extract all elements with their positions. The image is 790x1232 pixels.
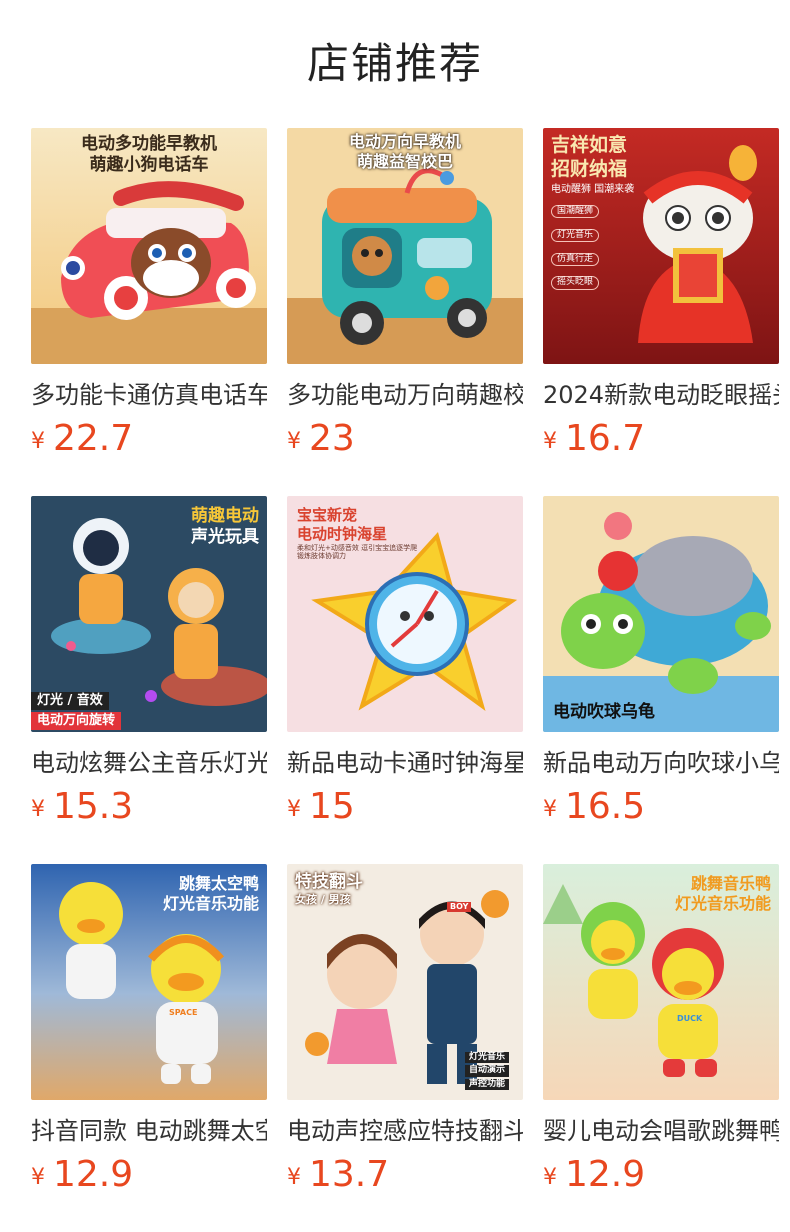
product-price: ¥12.9 (31, 1154, 267, 1195)
feature-list: 灯光音乐 自动演示 声控功能 (464, 1052, 509, 1090)
image-caption: 跳舞音乐鸭 灯光音乐功能 (675, 874, 771, 914)
product-card[interactable]: 跳舞音乐鸭 灯光音乐功能 DUCK 婴儿电动会唱歌跳舞鸭子 ¥12.9 (543, 864, 779, 1195)
image-caption: 电动多功能早教机 萌趣小狗电话车 (31, 134, 267, 177)
image-caption-line: 萌趣电动 (191, 506, 259, 526)
product-price: ¥15.3 (31, 786, 267, 827)
currency-symbol: ¥ (31, 797, 45, 822)
product-card[interactable]: 萌趣电动 声光玩具 灯光 / 音效 电动万向旋转 电动炫舞公主音乐灯光玩具 ¥1… (31, 496, 267, 827)
price-value: 23 (309, 418, 355, 459)
product-name[interactable]: 多功能卡通仿真电话车 (31, 378, 267, 412)
image-caption-line: 灯光音乐功能 (674, 894, 771, 913)
image-caption-line: 声光玩具 (191, 527, 259, 548)
feature-tag: 自动演示 (464, 1065, 509, 1077)
product-price: ¥22.7 (31, 418, 267, 459)
product-card[interactable]: 电动万向早教机 萌趣益智校巴 多功能电动万向萌趣校巴 ¥23 (287, 128, 523, 459)
product-price: ¥16.7 (543, 418, 779, 459)
image-caption-line: 电动多功能早教机 (81, 134, 217, 154)
image-caption-line: 女孩 / 男孩 (295, 893, 351, 907)
product-name[interactable]: 电动声控感应特技翻斗娃娃 (287, 1114, 523, 1148)
product-price: ¥16.5 (543, 786, 779, 827)
product-price: ¥13.7 (287, 1154, 523, 1195)
image-caption-line: 电动时钟海星 (297, 524, 388, 543)
image-caption: 特技翻斗 女孩 / 男孩 (295, 872, 363, 907)
price-value: 13.7 (309, 1154, 390, 1195)
product-card[interactable]: 宝宝新宠 电动时钟海星 柔和灯光+动感音效 逗引宝宝追逐学爬 锻炼肢体协调力 新… (287, 496, 523, 827)
product-image[interactable]: 吉祥如意 招财纳福 电动醒狮 国潮来袭 国潮醒狮 灯光音乐 仿真行走 摇头眨眼 (543, 128, 779, 364)
image-caption: 宝宝新宠 电动时钟海星 柔和灯光+动感音效 逗引宝宝追逐学爬 锻炼肢体协调力 (297, 506, 417, 561)
image-caption-line: 萌趣小狗电话车 (89, 155, 209, 176)
price-value: 22.7 (53, 418, 134, 459)
product-image[interactable]: 电动多功能早教机 萌趣小狗电话车 (31, 128, 267, 364)
product-price: ¥23 (287, 418, 523, 459)
image-caption-line: 电动醒狮 国潮来袭 (551, 183, 635, 195)
product-image[interactable]: 萌趣电动 声光玩具 灯光 / 音效 电动万向旋转 (31, 496, 267, 732)
feature-tag: 灯光音乐 (551, 228, 600, 242)
product-image[interactable]: 特技翻斗 女孩 / 男孩 灯光音乐 自动演示 声控功能 BOY (287, 864, 523, 1100)
image-caption-line: 锻炼肢体协调力 (297, 552, 346, 561)
feature-tag: 灯光 / 音效 (31, 692, 109, 711)
product-name[interactable]: 新品电动卡通时钟海星玩具 (287, 746, 523, 780)
product-price: ¥12.9 (543, 1154, 779, 1195)
currency-symbol: ¥ (287, 1165, 301, 1190)
product-image[interactable]: 跳舞太空鸭 灯光音乐功能 SPACE (31, 864, 267, 1100)
currency-symbol: ¥ (31, 429, 45, 454)
image-caption-line: 特技翻斗 (295, 872, 363, 892)
product-card[interactable]: 吉祥如意 招财纳福 电动醒狮 国潮来袭 国潮醒狮 灯光音乐 仿真行走 摇头眨眼 … (543, 128, 779, 459)
image-caption-line: 吉祥如意 (551, 134, 628, 156)
image-caption: 电动吹球乌龟 (553, 702, 655, 722)
price-value: 12.9 (53, 1154, 134, 1195)
product-name[interactable]: 多功能电动万向萌趣校巴 (287, 378, 523, 412)
feature-tag: 国潮醒狮 (551, 205, 600, 219)
image-caption-line: 萌趣益智校巴 (356, 152, 453, 171)
feature-tag: 灯光音乐 (464, 1052, 509, 1064)
chest-label: SPACE (169, 1008, 198, 1017)
headband-label: BOY (447, 902, 472, 912)
image-caption-line: 宝宝新宠 (297, 506, 358, 524)
product-card[interactable]: 电动多功能早教机 萌趣小狗电话车 多功能卡通仿真电话车 ¥22.7 (31, 128, 267, 459)
product-image[interactable]: 电动万向早教机 萌趣益智校巴 (287, 128, 523, 364)
currency-symbol: ¥ (543, 1165, 557, 1190)
currency-symbol: ¥ (287, 429, 301, 454)
image-caption-line: 柔和灯光+动感音效 逗引宝宝追逐学爬 (297, 543, 418, 552)
image-caption-line: 电动万向早教机 (348, 132, 461, 151)
product-card[interactable]: 电动吹球乌龟 新品电动万向吹球小乌龟 ¥16.5 (543, 496, 779, 827)
product-name[interactable]: 2024新款电动眨眼摇头醒狮 (543, 378, 779, 412)
feature-tag: 电动万向旋转 (31, 712, 122, 731)
price-value: 16.7 (565, 418, 646, 459)
product-name[interactable]: 抖音同款 电动跳舞太空鸭 (31, 1114, 267, 1148)
page-title: 店铺推荐 (306, 39, 483, 88)
product-name[interactable]: 婴儿电动会唱歌跳舞鸭子 (543, 1114, 779, 1148)
image-caption: 萌趣电动 声光玩具 (191, 506, 259, 549)
product-image-turtle (543, 496, 779, 732)
product-image[interactable]: 电动吹球乌龟 (543, 496, 779, 732)
image-caption: 跳舞太空鸭 灯光音乐功能 (163, 874, 259, 914)
image-caption-line: 跳舞音乐鸭 (690, 874, 771, 893)
product-name[interactable]: 新品电动万向吹球小乌龟 (543, 746, 779, 780)
price-value: 15.3 (53, 786, 134, 827)
price-value: 12.9 (565, 1154, 646, 1195)
feature-tag: 仿真行走 (551, 252, 600, 266)
currency-symbol: ¥ (287, 797, 301, 822)
product-name[interactable]: 电动炫舞公主音乐灯光玩具 (31, 746, 267, 780)
currency-symbol: ¥ (543, 797, 557, 822)
image-caption-line: 跳舞太空鸭 (178, 874, 259, 893)
feature-tag: 摇头眨眼 (551, 276, 600, 290)
feature-tag: 声控功能 (464, 1078, 509, 1090)
product-image[interactable]: 宝宝新宠 电动时钟海星 柔和灯光+动感音效 逗引宝宝追逐学爬 锻炼肢体协调力 (287, 496, 523, 732)
currency-symbol: ¥ (543, 429, 557, 454)
image-caption: 吉祥如意 招财纳福 电动醒狮 国潮来袭 国潮醒狮 灯光音乐 仿真行走 摇头眨眼 (551, 134, 634, 291)
image-caption: 电动万向早教机 萌趣益智校巴 (287, 132, 523, 172)
product-image[interactable]: 跳舞音乐鸭 灯光音乐功能 DUCK (543, 864, 779, 1100)
image-caption-line: 灯光音乐功能 (162, 894, 259, 913)
product-price: ¥15 (287, 786, 523, 827)
product-card[interactable]: 跳舞太空鸭 灯光音乐功能 SPACE 抖音同款 电动跳舞太空鸭 ¥12.9 (31, 864, 267, 1195)
price-value: 15 (309, 786, 355, 827)
image-caption-line: 招财纳福 (551, 157, 628, 180)
product-card[interactable]: 特技翻斗 女孩 / 男孩 灯光音乐 自动演示 声控功能 BOY 电动声控感应特技… (287, 864, 523, 1195)
price-value: 16.5 (565, 786, 646, 827)
currency-symbol: ¥ (31, 1165, 45, 1190)
chest-label: DUCK (677, 1014, 703, 1023)
product-grid: 电动多功能早教机 萌趣小狗电话车 多功能卡通仿真电话车 ¥22.7 电动万向早教… (31, 128, 790, 1228)
